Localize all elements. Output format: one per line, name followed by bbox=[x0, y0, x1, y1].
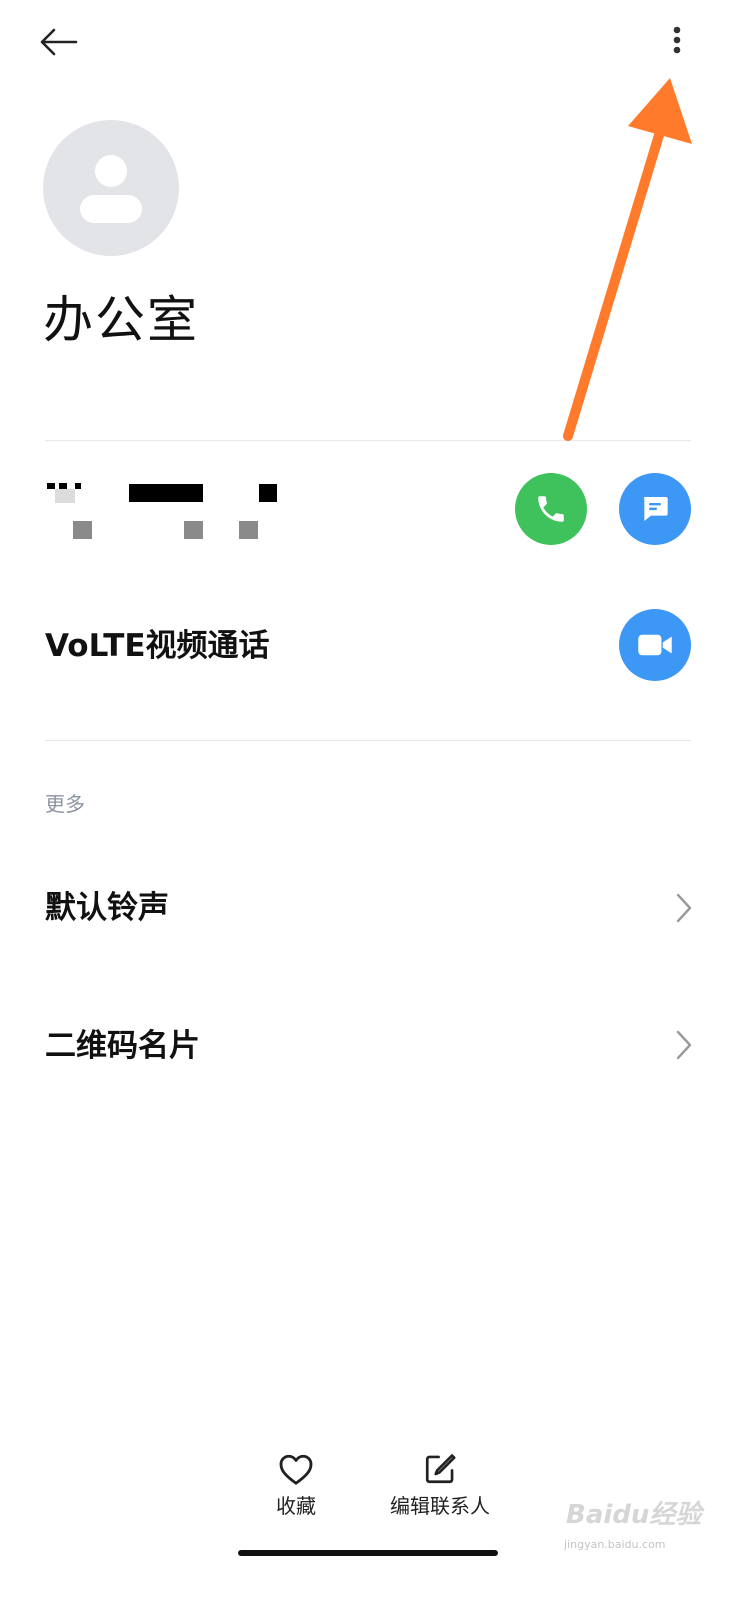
video-icon bbox=[638, 634, 672, 656]
annotation-arrow bbox=[563, 78, 692, 441]
contact-name: 办公室 bbox=[43, 291, 199, 349]
back-button[interactable] bbox=[28, 18, 88, 66]
back-arrow-icon bbox=[40, 28, 78, 56]
home-indicator[interactable] bbox=[238, 1550, 498, 1556]
section-title-more: 更多 bbox=[45, 792, 85, 816]
call-button[interactable] bbox=[515, 473, 587, 545]
phone-icon bbox=[538, 496, 564, 522]
edit-contact-button[interactable]: 编辑联系人 bbox=[380, 1452, 500, 1520]
message-button[interactable] bbox=[619, 473, 691, 545]
list-item-label: 二维码名片 bbox=[45, 1028, 200, 1064]
list-item-default-ringtone[interactable]: 默认铃声 bbox=[0, 853, 751, 963]
edit-contact-label: 编辑联系人 bbox=[390, 1494, 490, 1518]
divider bbox=[45, 740, 691, 741]
heart-icon bbox=[279, 1454, 313, 1485]
list-item-qr-card[interactable]: 二维码名片 bbox=[0, 990, 751, 1100]
phone-number-redacted[interactable] bbox=[45, 470, 305, 550]
favorite-button[interactable]: 收藏 bbox=[256, 1452, 336, 1520]
favorite-label: 收藏 bbox=[276, 1494, 316, 1518]
video-call-button[interactable] bbox=[619, 609, 691, 681]
more-options-button[interactable] bbox=[652, 14, 702, 70]
chevron-right-icon bbox=[676, 1030, 692, 1060]
person-icon bbox=[95, 155, 127, 187]
list-item-label: 默认铃声 bbox=[45, 890, 169, 926]
avatar bbox=[43, 120, 179, 256]
more-vert-icon bbox=[673, 26, 681, 54]
person-icon-body bbox=[80, 195, 142, 223]
volte-video-call-label[interactable]: VoLTE视频通话 bbox=[45, 624, 270, 668]
chevron-right-icon bbox=[676, 893, 692, 923]
edit-icon bbox=[425, 1454, 456, 1484]
message-icon bbox=[644, 497, 668, 521]
baidu-jingyan-watermark: Baidu经验 jingyan.baidu.com bbox=[564, 1500, 702, 1551]
